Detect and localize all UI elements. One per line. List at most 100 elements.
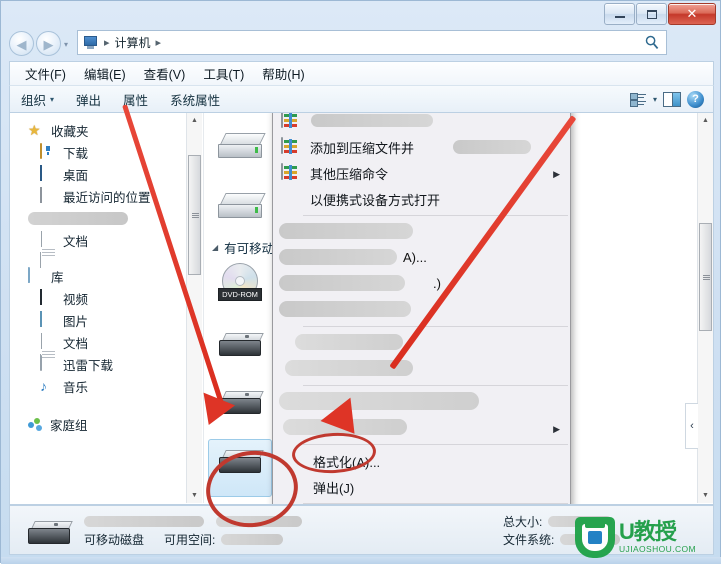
context-menu-item-other-archive-commands[interactable]: 其他压缩命令 ▶ [273,160,570,186]
organize-label: 组织 [21,93,47,108]
nav-scrollbar-thumb[interactable] [188,155,201,275]
menu-file[interactable]: 文件(F) [16,62,75,85]
context-menu[interactable]: 添加到压缩文件并 其他压缩命令 ▶ 以便携式设备方式打开 A)... .) ▶ … [272,113,571,504]
collapse-pane-button[interactable]: ‹ [685,403,698,449]
drive-item-hdd-2[interactable] [208,185,272,243]
redacted-label [279,275,405,291]
nav-scroll-up-button[interactable]: ▲ [187,113,202,128]
sidebar-item-homegroup[interactable]: 家庭组 [10,413,202,435]
chevron-down-icon: ▾ [50,94,55,104]
context-menu-item-rar-redacted[interactable] [273,113,570,134]
nav-group-homegroup: 家庭组 [10,413,202,435]
maximize-button[interactable] [636,3,667,25]
context-menu-item-redacted-7[interactable] [273,389,570,415]
redacted-label [279,249,397,265]
sidebar-item-music-label: 音乐 [63,380,89,395]
desktop-icon [40,165,57,182]
sidebar-item-recent-places[interactable]: 最近访问的位置 [10,185,202,207]
sidebar-item-redacted[interactable] [10,207,202,229]
navigation-scrollbar[interactable]: ▲ ▼ [186,113,202,503]
context-menu-item-redacted-2-suffix: A)... [403,250,427,265]
menu-tools[interactable]: 工具(T) [194,62,253,85]
picture-icon [40,311,57,328]
nav-group-favorites: ★ 收藏夹 下载 桌面 最近访问的位置 文档 [10,119,202,268]
menu-view[interactable]: 查看(V) [135,62,195,85]
context-menu-item-redacted-5[interactable] [273,330,570,356]
sidebar-item-thunder-download[interactable]: 迅雷下载 [10,353,202,375]
context-menu-item-redacted-6[interactable] [273,356,570,382]
menu-edit[interactable]: 编辑(E) [75,62,135,85]
nav-header-libraries-label: 库 [51,270,64,285]
back-button[interactable]: ◀ [9,31,34,56]
eject-button[interactable]: 弹出 [65,87,112,112]
context-menu-item-eject[interactable]: 弹出(J) [273,474,570,500]
sidebar-item-pictures[interactable]: 图片 [10,309,202,331]
menu-help[interactable]: 帮助(H) [253,62,313,85]
breadcrumb-computer[interactable]: 计算机 [115,34,151,51]
close-button[interactable]: ✕ [668,3,716,25]
sidebar-item-documents-fav[interactable]: 文档 [10,229,202,268]
sidebar-item-pictures-label: 图片 [63,314,89,329]
sidebar-item-downloads[interactable]: 下载 [10,141,202,163]
sidebar-item-desktop[interactable]: 桌面 [10,163,202,185]
nav-header-favorites[interactable]: ★ 收藏夹 [10,119,202,141]
breadcrumb-separator-1: ▸ [104,37,110,49]
file-scroll-up-button[interactable]: ▲ [698,113,713,128]
sidebar-item-homegroup-label: 家庭组 [50,418,88,433]
context-menu-item-open-as-portable[interactable]: 以便携式设备方式打开 [273,186,570,212]
navigation-pane[interactable]: ★ 收藏夹 下载 桌面 最近访问的位置 文档 库 视频 图片 文档 迅雷下载 ♪… [10,113,202,503]
drive-item-usb-2[interactable] [208,381,272,439]
file-pane-scrollbar[interactable]: ▲ ▼ [697,113,713,503]
removable-usb-icon [26,518,73,548]
preview-pane-icon[interactable] [663,91,681,107]
content-area: ★ 收藏夹 下载 桌面 最近访问的位置 文档 库 视频 图片 文档 迅雷下载 ♪… [9,113,714,505]
file-scrollbar-thumb[interactable] [699,223,712,331]
sidebar-item-videos-label: 视频 [63,292,89,307]
forward-button[interactable]: ▶ [36,31,61,56]
thunder-download-icon [40,355,57,372]
properties-button[interactable]: 属性 [112,87,159,112]
music-icon: ♪ [40,378,47,394]
sidebar-item-videos[interactable]: 视频 [10,287,202,309]
change-view-icon[interactable] [629,92,647,107]
breadcrumb-separator-2[interactable]: ▸ [156,36,162,49]
drive-item-dvd[interactable]: DVD-ROM [208,261,272,319]
context-menu-item-other-archive-commands-label: 其他压缩命令 [310,166,389,182]
search-input[interactable] [571,30,667,55]
nav-group-libraries: 库 视频 图片 文档 迅雷下载 ♪ 音乐 [10,265,202,397]
context-menu-item-format[interactable]: 格式化(A)... [273,448,570,474]
nav-header-libraries[interactable]: 库 [10,265,202,287]
drive-item-hdd-1[interactable] [208,125,272,183]
minimize-button[interactable] [604,3,635,25]
address-row: ◀ ▶ ▾ ▸ 计算机 ▸ [1,29,721,59]
document-icon [40,333,57,370]
redacted-label [311,114,433,127]
system-properties-button[interactable]: 系统属性 [159,87,231,112]
context-menu-item-redacted-4[interactable] [273,297,570,323]
context-menu-item-redacted-2[interactable]: A)... [273,245,570,271]
computer-icon [83,35,99,50]
downloads-icon [40,143,57,160]
context-menu-item-redacted-3[interactable]: .) [273,271,570,297]
window-controls: ✕ [604,3,716,25]
submenu-arrow-icon: ▶ [553,169,560,179]
explorer-window: ✕ ◀ ▶ ▾ ▸ 计算机 ▸ 文件(F) 编辑(E) 查看(V) 工具(T) … [0,0,721,564]
context-menu-item-add-to-archive[interactable]: 添加到压缩文件并 [273,134,570,160]
context-menu-item-redacted-8[interactable]: ▶ [273,415,570,441]
file-scroll-down-button[interactable]: ▼ [698,488,713,503]
organize-button[interactable]: 组织 ▾ [10,87,65,112]
view-chevron-down-icon[interactable]: ▾ [653,95,657,104]
sidebar-item-music[interactable]: ♪ 音乐 [10,375,202,397]
help-icon[interactable]: ? [687,90,704,108]
drive-item-usb-1[interactable] [208,323,272,381]
submenu-arrow-icon: ▶ [553,424,560,434]
sidebar-item-documents-lib[interactable]: 文档 [10,331,202,370]
drive-item-usb-3-selected[interactable] [208,439,272,497]
sidebar-item-desktop-label: 桌面 [63,168,89,183]
history-dropdown-icon[interactable]: ▾ [64,40,68,49]
context-menu-item-redacted-1[interactable] [273,219,570,245]
removable-usb-icon [217,447,264,477]
nav-scroll-down-button[interactable]: ▼ [187,488,202,503]
redacted-label [285,360,413,376]
redacted-label [279,392,479,410]
